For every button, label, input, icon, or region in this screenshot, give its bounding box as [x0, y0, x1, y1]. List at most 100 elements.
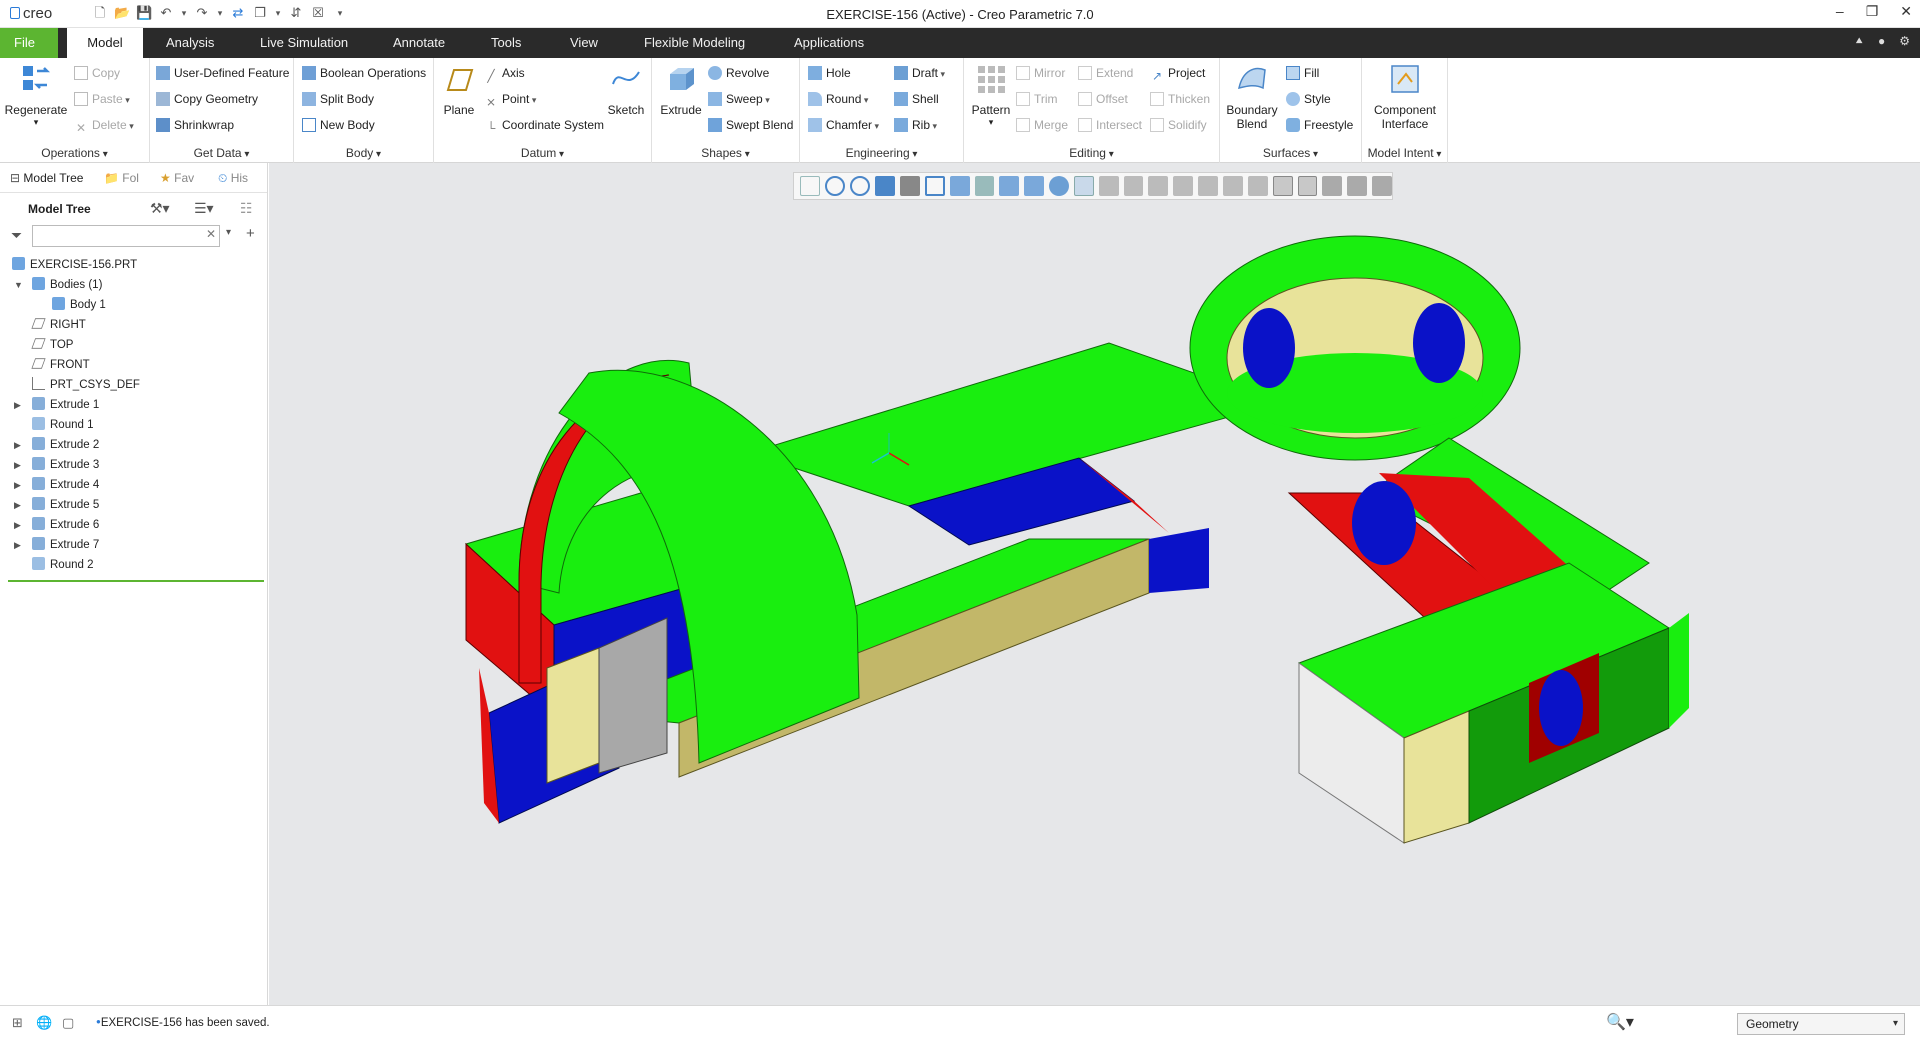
expand-toggle-icon[interactable]: ▶	[14, 435, 24, 455]
merge-button[interactable]: Merge	[1016, 115, 1068, 135]
draft-button[interactable]: Draft	[894, 63, 945, 83]
mirror-button[interactable]: Mirror	[1016, 63, 1065, 83]
sweep-button[interactable]: Sweep	[708, 89, 770, 109]
regenerate-button[interactable]: Regenerate ▾	[4, 62, 68, 128]
tab-analysis[interactable]: Analysis	[152, 28, 228, 58]
boundary-blend-button[interactable]: Boundary Blend	[1224, 62, 1280, 131]
shrinkwrap-button[interactable]: Shrinkwrap	[156, 115, 234, 135]
sketch-button[interactable]: Sketch	[604, 62, 648, 117]
plane-button[interactable]: Plane	[438, 62, 480, 117]
add-icon[interactable]: +	[246, 225, 255, 242]
freestyle-button[interactable]: Freestyle	[1286, 115, 1353, 135]
coordinate-system-button[interactable]: └ Coordinate System	[484, 115, 604, 135]
tree-item[interactable]: PRT_CSYS_DEF	[0, 375, 268, 395]
offset-button[interactable]: Offset	[1078, 89, 1128, 109]
trim-button[interactable]: Trim	[1016, 89, 1058, 109]
full-screen-icon[interactable]: ▢	[62, 1015, 74, 1031]
axis-button[interactable]: ╱ Axis	[484, 63, 524, 83]
rib-button[interactable]: Rib	[894, 115, 937, 135]
expand-toggle-icon[interactable]: ▶	[14, 535, 24, 555]
paste-button[interactable]: Paste	[74, 89, 130, 109]
tree-item[interactable]: ▶ Extrude 1	[0, 395, 268, 415]
tree-item[interactable]: FRONT	[0, 355, 268, 375]
tab-annotate[interactable]: Annotate	[379, 28, 459, 58]
extrude-button[interactable]: Extrude	[656, 62, 706, 117]
tab-folder-browser[interactable]: 📁 Fol	[104, 171, 139, 185]
close-icon[interactable]: ✕	[1900, 3, 1912, 20]
help-icon[interactable]: ●	[1878, 34, 1885, 49]
tree-search-input[interactable]	[32, 225, 220, 247]
browser-icon[interactable]: 🌐	[36, 1015, 52, 1031]
group-label-surfaces[interactable]: Surfaces	[1220, 146, 1361, 160]
expand-toggle-icon[interactable]: ▶	[14, 475, 24, 495]
swept-blend-button[interactable]: Swept Blend	[708, 115, 793, 135]
point-button[interactable]: ⨯ Point	[484, 89, 536, 109]
copy-geometry-button[interactable]: Copy Geometry	[156, 89, 258, 109]
graphics-window[interactable]	[269, 163, 1920, 1005]
tab-favorites[interactable]: ★ Fav	[160, 171, 194, 185]
tree-item[interactable]: ▶ Extrude 6	[0, 515, 268, 535]
tab-model-tree[interactable]: ⊟ Model Tree	[10, 171, 83, 185]
restore-icon[interactable]: ❐	[1866, 3, 1879, 20]
tree-item[interactable]: ▶ Extrude 5	[0, 495, 268, 515]
expand-toggle-icon[interactable]: ▶	[14, 455, 24, 475]
tab-model[interactable]: Model	[67, 28, 143, 58]
minimize-ribbon-icon[interactable]: ⯅	[1854, 34, 1864, 49]
pattern-button[interactable]: Pattern ▾	[968, 62, 1014, 128]
thicken-button[interactable]: Thicken	[1150, 89, 1210, 109]
group-label-operations[interactable]: Operations	[0, 146, 149, 160]
group-label-get-data[interactable]: Get Data	[150, 146, 293, 160]
tab-view[interactable]: View	[556, 28, 612, 58]
component-interface-button[interactable]: Component Interface	[1366, 62, 1444, 131]
tab-tools[interactable]: Tools	[477, 28, 535, 58]
tab-flexible-modeling[interactable]: Flexible Modeling	[630, 28, 759, 58]
group-label-model-intent[interactable]: Model Intent	[1362, 146, 1447, 160]
group-label-datum[interactable]: Datum	[434, 146, 651, 160]
selection-filter-select[interactable]: Geometry	[1737, 1013, 1905, 1035]
revolve-button[interactable]: Revolve	[708, 63, 769, 83]
user-defined-feature-button[interactable]: User-Defined Feature	[156, 63, 289, 83]
tree-item[interactable]: ▼ Bodies (1)	[0, 275, 268, 295]
search-options-icon[interactable]: ▾	[226, 227, 231, 238]
boolean-operations-button[interactable]: Boolean Operations	[302, 63, 426, 83]
tab-live-simulation[interactable]: Live Simulation	[246, 28, 362, 58]
expand-toggle-icon[interactable]: ▶	[14, 395, 24, 415]
find-icon[interactable]: 🔍▾	[1606, 1012, 1634, 1032]
new-body-button[interactable]: New Body	[302, 115, 375, 135]
shell-button[interactable]: Shell	[894, 89, 939, 109]
filter-icon[interactable]: ⏷	[11, 227, 22, 244]
tree-item[interactable]: ▶ Extrude 2	[0, 435, 268, 455]
minimize-icon[interactable]: –	[1836, 3, 1844, 20]
show-icon[interactable]: ☰▾	[194, 200, 214, 217]
solidify-button[interactable]: Solidify	[1150, 115, 1207, 135]
copy-button[interactable]: Copy	[74, 63, 120, 83]
tree-item[interactable]: TOP	[0, 335, 268, 355]
delete-button[interactable]: ✕ Delete	[74, 115, 134, 135]
tree-item[interactable]: EXERCISE-156.PRT	[0, 255, 268, 275]
tree-item[interactable]: Round 2	[0, 555, 268, 575]
clear-search-icon[interactable]: ✕	[206, 227, 216, 241]
status-toggle-icon[interactable]: ⊞	[12, 1015, 23, 1031]
tree-settings-icon[interactable]: ⚒▾	[150, 200, 170, 217]
part-model[interactable]	[269, 163, 1920, 1005]
round-button[interactable]: Round	[808, 89, 868, 109]
tab-file[interactable]: File	[0, 28, 58, 58]
tree-item[interactable]: ▶ Extrude 4	[0, 475, 268, 495]
tab-applications[interactable]: Applications	[780, 28, 878, 58]
tree-item[interactable]: Round 1	[0, 415, 268, 435]
expand-toggle-icon[interactable]: ▶	[14, 495, 24, 515]
tree-item[interactable]: ▶ Extrude 3	[0, 455, 268, 475]
extend-button[interactable]: Extend	[1078, 63, 1133, 83]
style-button[interactable]: Style	[1286, 89, 1331, 109]
group-label-engineering[interactable]: Engineering	[800, 146, 963, 160]
settings-icon[interactable]: ⚙	[1899, 34, 1910, 49]
expand-toggle-icon[interactable]: ▶	[14, 515, 24, 535]
tree-filter-icon[interactable]: ☷	[240, 200, 253, 217]
tree-item[interactable]: ▶ Extrude 7	[0, 535, 268, 555]
project-button[interactable]: ↗ Project	[1150, 63, 1205, 83]
chamfer-button[interactable]: Chamfer	[808, 115, 879, 135]
hole-button[interactable]: Hole	[808, 63, 851, 83]
group-label-body[interactable]: Body	[294, 146, 433, 160]
tree-item[interactable]: Body 1	[0, 295, 268, 315]
tab-history[interactable]: ⏲ His	[218, 171, 248, 186]
